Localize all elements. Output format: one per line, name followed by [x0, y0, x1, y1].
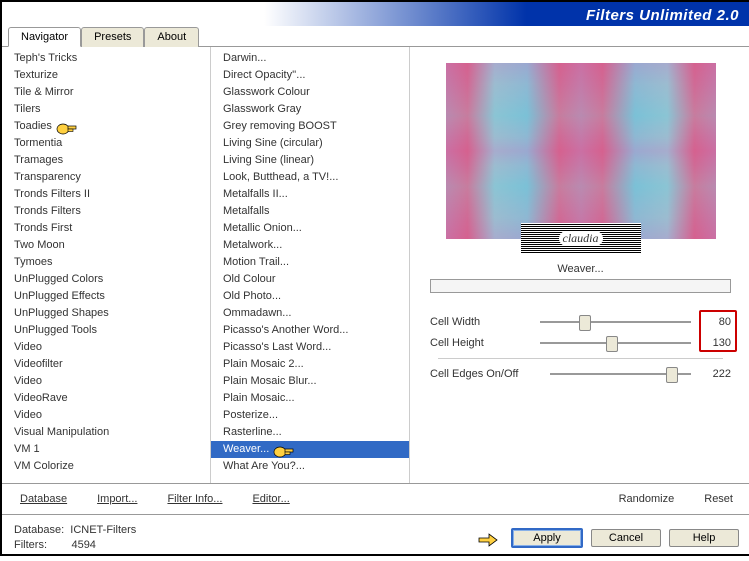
list-item[interactable]: Two Moon [2, 237, 210, 254]
slider-cell-height[interactable] [540, 335, 691, 351]
preview-image: claudia [446, 63, 716, 239]
pointer-icon [477, 531, 499, 545]
highlight-box [699, 310, 737, 352]
list-item[interactable]: Grey removing BOOST [211, 118, 409, 135]
list-item[interactable]: Living Sine (linear) [211, 152, 409, 169]
list-item[interactable]: Rasterline... [211, 424, 409, 441]
app-title: Filters Unlimited 2.0 [586, 7, 739, 24]
list-item[interactable]: Darwin... [211, 50, 409, 67]
param-cell-width: Cell Width 80 [430, 313, 731, 331]
list-item[interactable]: Tilers [2, 101, 210, 118]
watermark: claudia [521, 223, 641, 253]
list-item[interactable]: Glasswork Colour [211, 84, 409, 101]
param-cell-height: Cell Height 130 [430, 334, 731, 352]
list-item[interactable]: VM 1 [2, 441, 210, 458]
list-item[interactable]: Visual Manipulation [2, 424, 210, 441]
list-item[interactable]: Video [2, 339, 210, 356]
list-item[interactable]: Teph's Tricks [2, 50, 210, 67]
list-item[interactable]: Toadies [2, 118, 210, 135]
main-panel: Teph's TricksTexturizeTile & MirrorTiler… [2, 47, 749, 483]
divider [438, 358, 723, 359]
filter-info-button[interactable]: Filter Info... [167, 493, 222, 505]
tab-about[interactable]: About [144, 27, 199, 47]
list-item[interactable]: Direct Opacity''... [211, 67, 409, 84]
list-item[interactable]: UnPlugged Tools [2, 322, 210, 339]
list-item[interactable]: Videofilter [2, 356, 210, 373]
category-list[interactable]: Teph's TricksTexturizeTile & MirrorTiler… [2, 47, 211, 483]
list-item[interactable]: Old Colour [211, 271, 409, 288]
tab-strip: Navigator Presets About [2, 26, 749, 47]
list-item[interactable]: Tormentia [2, 135, 210, 152]
footer: Database: ICNET-Filters Filters: 4594 Ap… [2, 514, 749, 561]
list-item[interactable]: Plain Mosaic... [211, 390, 409, 407]
toolbar: Database Import... Filter Info... Editor… [2, 483, 749, 514]
list-item[interactable]: Plain Mosaic 2... [211, 356, 409, 373]
cancel-button[interactable]: Cancel [591, 529, 661, 547]
list-item[interactable]: Glasswork Gray [211, 101, 409, 118]
reset-button[interactable]: Reset [704, 493, 733, 505]
list-item[interactable]: UnPlugged Shapes [2, 305, 210, 322]
hand-pointer-icon [55, 119, 77, 133]
list-item[interactable]: Tymoes [2, 254, 210, 271]
list-item[interactable]: Tronds First [2, 220, 210, 237]
status-text: Database: ICNET-Filters Filters: 4594 [14, 523, 136, 553]
list-item[interactable]: Picasso's Last Word... [211, 339, 409, 356]
randomize-button[interactable]: Randomize [619, 493, 675, 505]
list-item[interactable]: Plain Mosaic Blur... [211, 373, 409, 390]
list-item[interactable]: Video [2, 407, 210, 424]
title-bar: Filters Unlimited 2.0 [2, 2, 749, 28]
apply-button[interactable]: Apply [511, 528, 583, 548]
help-button[interactable]: Help [669, 529, 739, 547]
list-item[interactable]: VideoRave [2, 390, 210, 407]
slider-cell-width[interactable] [540, 314, 691, 330]
import-button[interactable]: Import... [97, 493, 137, 505]
parameters: Cell Width 80 Cell Height 130 Cell Edges… [422, 313, 739, 386]
tab-navigator[interactable]: Navigator [8, 27, 81, 47]
list-item[interactable]: Ommadawn... [211, 305, 409, 322]
list-item[interactable]: UnPlugged Colors [2, 271, 210, 288]
list-item[interactable]: Transparency [2, 169, 210, 186]
list-item[interactable]: What Are You?... [211, 458, 409, 475]
list-item[interactable]: Metallic Onion... [211, 220, 409, 237]
list-item[interactable]: Texturize [2, 67, 210, 84]
list-item[interactable]: Tronds Filters [2, 203, 210, 220]
editor-button[interactable]: Editor... [252, 493, 289, 505]
list-item[interactable]: Metalfalls II... [211, 186, 409, 203]
list-item[interactable]: Old Photo... [211, 288, 409, 305]
hand-pointer-icon [272, 442, 294, 456]
progress-bar [430, 279, 731, 293]
list-item[interactable]: Look, Butthead, a TV!... [211, 169, 409, 186]
preview-panel: claudia Weaver... Cell Width 80 Cell Hei… [410, 47, 749, 483]
list-item[interactable]: Living Sine (circular) [211, 135, 409, 152]
dialog-buttons: Apply Cancel Help [481, 528, 739, 548]
filter-list[interactable]: Darwin...Direct Opacity''...Glasswork Co… [211, 47, 410, 483]
current-filter-name: Weaver... [422, 263, 739, 275]
list-item[interactable]: Picasso's Another Word... [211, 322, 409, 339]
list-item[interactable]: Metalfalls [211, 203, 409, 220]
list-item[interactable]: Video [2, 373, 210, 390]
slider-cell-edges[interactable] [550, 366, 691, 382]
tab-presets[interactable]: Presets [81, 27, 144, 47]
list-item[interactable]: VM Colorize [2, 458, 210, 475]
list-item[interactable]: Tile & Mirror [2, 84, 210, 101]
list-item[interactable]: Posterize... [211, 407, 409, 424]
database-button[interactable]: Database [20, 493, 67, 505]
list-item[interactable]: Tramages [2, 152, 210, 169]
list-item[interactable]: Motion Trail... [211, 254, 409, 271]
list-item[interactable]: Metalwork... [211, 237, 409, 254]
param-cell-edges: Cell Edges On/Off 222 [430, 365, 731, 383]
list-item[interactable]: UnPlugged Effects [2, 288, 210, 305]
list-item[interactable]: Tronds Filters II [2, 186, 210, 203]
list-item[interactable]: Weaver... [211, 441, 409, 458]
